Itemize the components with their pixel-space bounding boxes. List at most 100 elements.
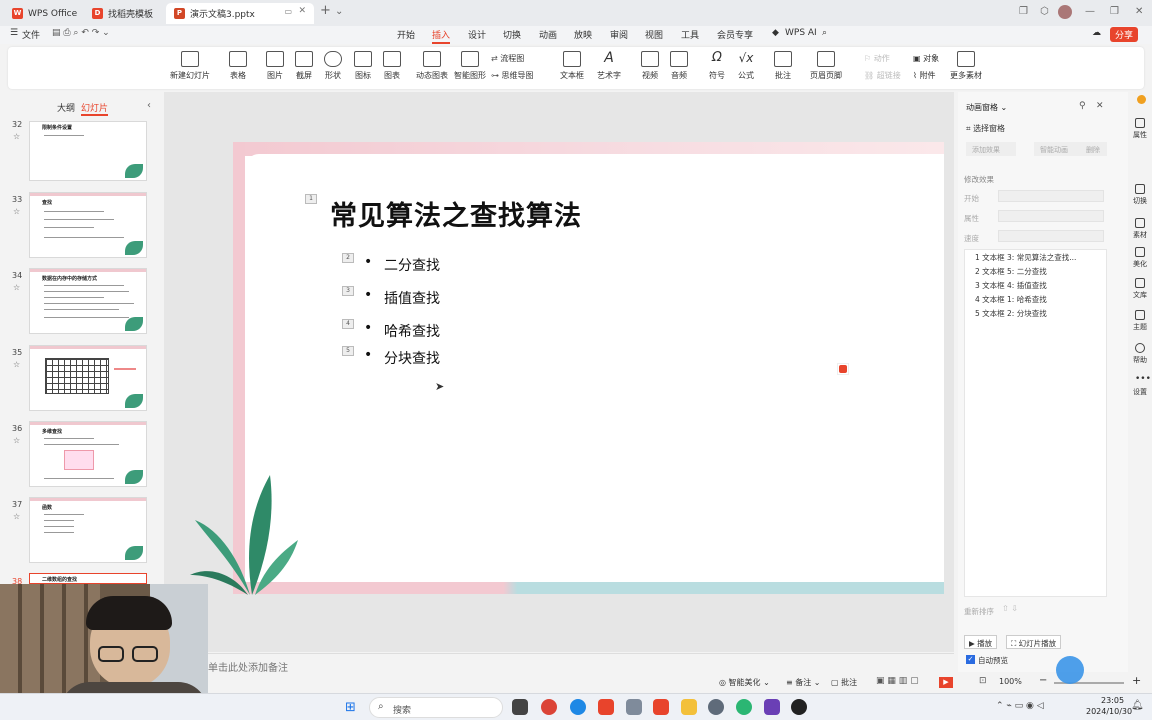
smart-beautify-button[interactable]: ◎ 智能美化 ⌄: [719, 677, 770, 688]
video-button[interactable]: 视频: [638, 51, 662, 81]
comments-button[interactable]: ▢ 批注: [831, 677, 857, 688]
animation-item[interactable]: 2 文本框 5: 二分查找: [975, 266, 1047, 277]
taskbar-search[interactable]: ⌕ 搜索: [369, 697, 503, 718]
attachment-button[interactable]: ⌇ 附件: [913, 70, 935, 81]
windows-start-icon[interactable]: ⊞: [345, 700, 356, 715]
sidebar-property[interactable]: 属性: [1128, 118, 1152, 140]
menu-member[interactable]: 会员专享: [717, 28, 753, 41]
new-slide-button[interactable]: 新建幻灯片: [166, 51, 214, 81]
mindmap-button[interactable]: ⊶ 思维导图: [491, 70, 534, 81]
sidebar-help[interactable]: 帮助: [1128, 343, 1152, 365]
cloud-icon[interactable]: ☁: [1092, 28, 1101, 38]
bullet-text[interactable]: 二分查找: [384, 255, 440, 275]
object-button[interactable]: ▣ 对象: [913, 53, 939, 64]
animation-item[interactable]: 4 文本框 1: 哈希查找: [975, 294, 1047, 305]
wordart-button[interactable]: A 艺术字: [592, 51, 626, 81]
chevron-down-icon[interactable]: ⌄: [335, 6, 343, 17]
settings-icon[interactable]: [708, 699, 724, 715]
picture-button[interactable]: 图片: [263, 51, 287, 81]
table-button[interactable]: 表格: [224, 51, 252, 81]
qq-icon[interactable]: [791, 699, 807, 715]
current-slide[interactable]: 1 常见算法之查找算法 2 • 二分查找 3 • 插值查找 4 • 哈希查找 5…: [233, 142, 944, 594]
quick-access-icons[interactable]: ▤ ⎙ ⌕ ↶ ↷ ⌄: [52, 28, 110, 38]
select-pane-link[interactable]: ⌗ 选择窗格: [966, 123, 1005, 134]
zoom-level[interactable]: 100%: [999, 677, 1022, 686]
minimize-icon[interactable]: —: [1085, 6, 1095, 17]
collapse-icon[interactable]: ‹: [147, 100, 151, 111]
sidebar-theme[interactable]: 主题: [1128, 310, 1152, 332]
share-button[interactable]: 分享: [1110, 27, 1139, 42]
smart-graphic-button[interactable]: 智能图形: [453, 51, 487, 81]
icon-button[interactable]: 图标: [353, 51, 373, 81]
bullet-text[interactable]: 哈希查找: [384, 321, 440, 341]
close-window-icon[interactable]: ✕: [1135, 6, 1143, 17]
sidebar-beautify[interactable]: 美化: [1128, 247, 1152, 269]
autopreview-checkbox[interactable]: ✓: [966, 655, 975, 664]
sidebar-material[interactable]: 素材: [1128, 218, 1152, 240]
view-mode-icons[interactable]: ▣ ▦ ▥ ▢: [876, 676, 919, 686]
tab-presentation[interactable]: P 演示文稿3.pptx ▭ ✕: [166, 3, 314, 24]
close-tab-icon[interactable]: ✕: [298, 6, 306, 16]
slide-thumb-32[interactable]: 限制条件设置: [29, 121, 147, 181]
menu-slideshow[interactable]: 放映: [574, 28, 592, 41]
search-icon[interactable]: ⌕: [822, 28, 827, 38]
hamburger-icon[interactable]: ☰: [10, 28, 18, 38]
network-icon[interactable]: [736, 699, 752, 715]
slide-thumb-34[interactable]: 数据在内存中的存储方式: [29, 268, 147, 334]
more-material-button[interactable]: 更多素材: [948, 51, 984, 81]
task-view-icon[interactable]: [512, 699, 528, 715]
slide-thumb-33[interactable]: 查找: [29, 192, 147, 258]
menu-transition[interactable]: 切换: [503, 28, 521, 41]
play-button[interactable]: ▶ 播放: [964, 635, 998, 649]
cube-icon[interactable]: ⬡: [1040, 6, 1049, 17]
play-icon[interactable]: ▶: [939, 677, 953, 688]
app-icon[interactable]: [626, 699, 642, 715]
slide-title[interactable]: 常见算法之查找算法: [330, 194, 582, 233]
edge-icon[interactable]: [570, 699, 586, 715]
menu-wps-ai[interactable]: WPS AI: [785, 28, 817, 38]
audio-button[interactable]: 音频: [667, 51, 691, 81]
sidebar-transition[interactable]: 切换: [1128, 184, 1152, 206]
notes-button[interactable]: ≡ 备注 ⌄: [786, 677, 821, 688]
tile-icon[interactable]: ❐: [1019, 6, 1028, 17]
wps-writer-icon[interactable]: [653, 699, 669, 715]
screenshot-button[interactable]: 截屏: [292, 51, 316, 81]
tab-slides[interactable]: 幻灯片: [81, 101, 109, 116]
close-pane-icon[interactable]: ✕: [1096, 101, 1104, 111]
tray-icons[interactable]: ⌃ ⌁ ▭ ◉ ◁: [996, 701, 1044, 711]
sidebar-library[interactable]: 文库: [1128, 278, 1152, 300]
menu-review[interactable]: 审阅: [610, 28, 628, 41]
tab-outline[interactable]: 大纲: [57, 101, 75, 114]
formula-button[interactable]: √x 公式: [734, 51, 758, 81]
clock-time[interactable]: 23:05: [1101, 696, 1124, 705]
floating-assistant-icon[interactable]: [1056, 656, 1084, 684]
symbol-button[interactable]: Ω 符号: [705, 51, 729, 81]
avatar[interactable]: [1058, 5, 1072, 19]
menu-home[interactable]: 开始: [397, 28, 415, 41]
chart-button[interactable]: 图表: [382, 51, 402, 81]
animation-item[interactable]: 5 文本框 2: 分块查找: [975, 308, 1047, 319]
pin-icon[interactable]: ⚲: [1079, 101, 1086, 111]
tab-template[interactable]: D 找稻壳模板: [84, 3, 164, 24]
header-footer-button[interactable]: 页眉页脚: [808, 51, 844, 81]
dynamic-chart-button[interactable]: 动态图表: [413, 51, 451, 81]
slide-thumb-38[interactable]: 二维数组的查找: [29, 573, 147, 584]
bullet-text[interactable]: 分块查找: [384, 348, 440, 368]
bullet-text[interactable]: 插值查找: [384, 288, 440, 308]
new-tab-icon[interactable]: +: [320, 3, 331, 18]
menu-file[interactable]: 文件: [22, 28, 40, 41]
textbox-button[interactable]: 文本框: [555, 51, 589, 81]
smart-tag-icon[interactable]: [837, 363, 849, 375]
menu-view[interactable]: 视图: [645, 28, 663, 41]
zoom-out-icon[interactable]: −: [1039, 675, 1047, 686]
menu-insert[interactable]: 插入: [432, 28, 451, 44]
slide-thumb-37[interactable]: 函数: [29, 497, 147, 563]
chrome-icon[interactable]: [541, 699, 557, 715]
tab-wps-office[interactable]: W WPS Office: [4, 3, 82, 24]
folder-icon[interactable]: [681, 699, 697, 715]
slide-thumb-35[interactable]: [29, 345, 147, 411]
menu-design[interactable]: 设计: [468, 28, 486, 41]
slideshow-button[interactable]: ⛶ 幻灯片播放: [1006, 635, 1062, 649]
zoom-in-icon[interactable]: +: [1132, 674, 1141, 687]
slide-thumb-36[interactable]: 多维查找: [29, 421, 147, 487]
